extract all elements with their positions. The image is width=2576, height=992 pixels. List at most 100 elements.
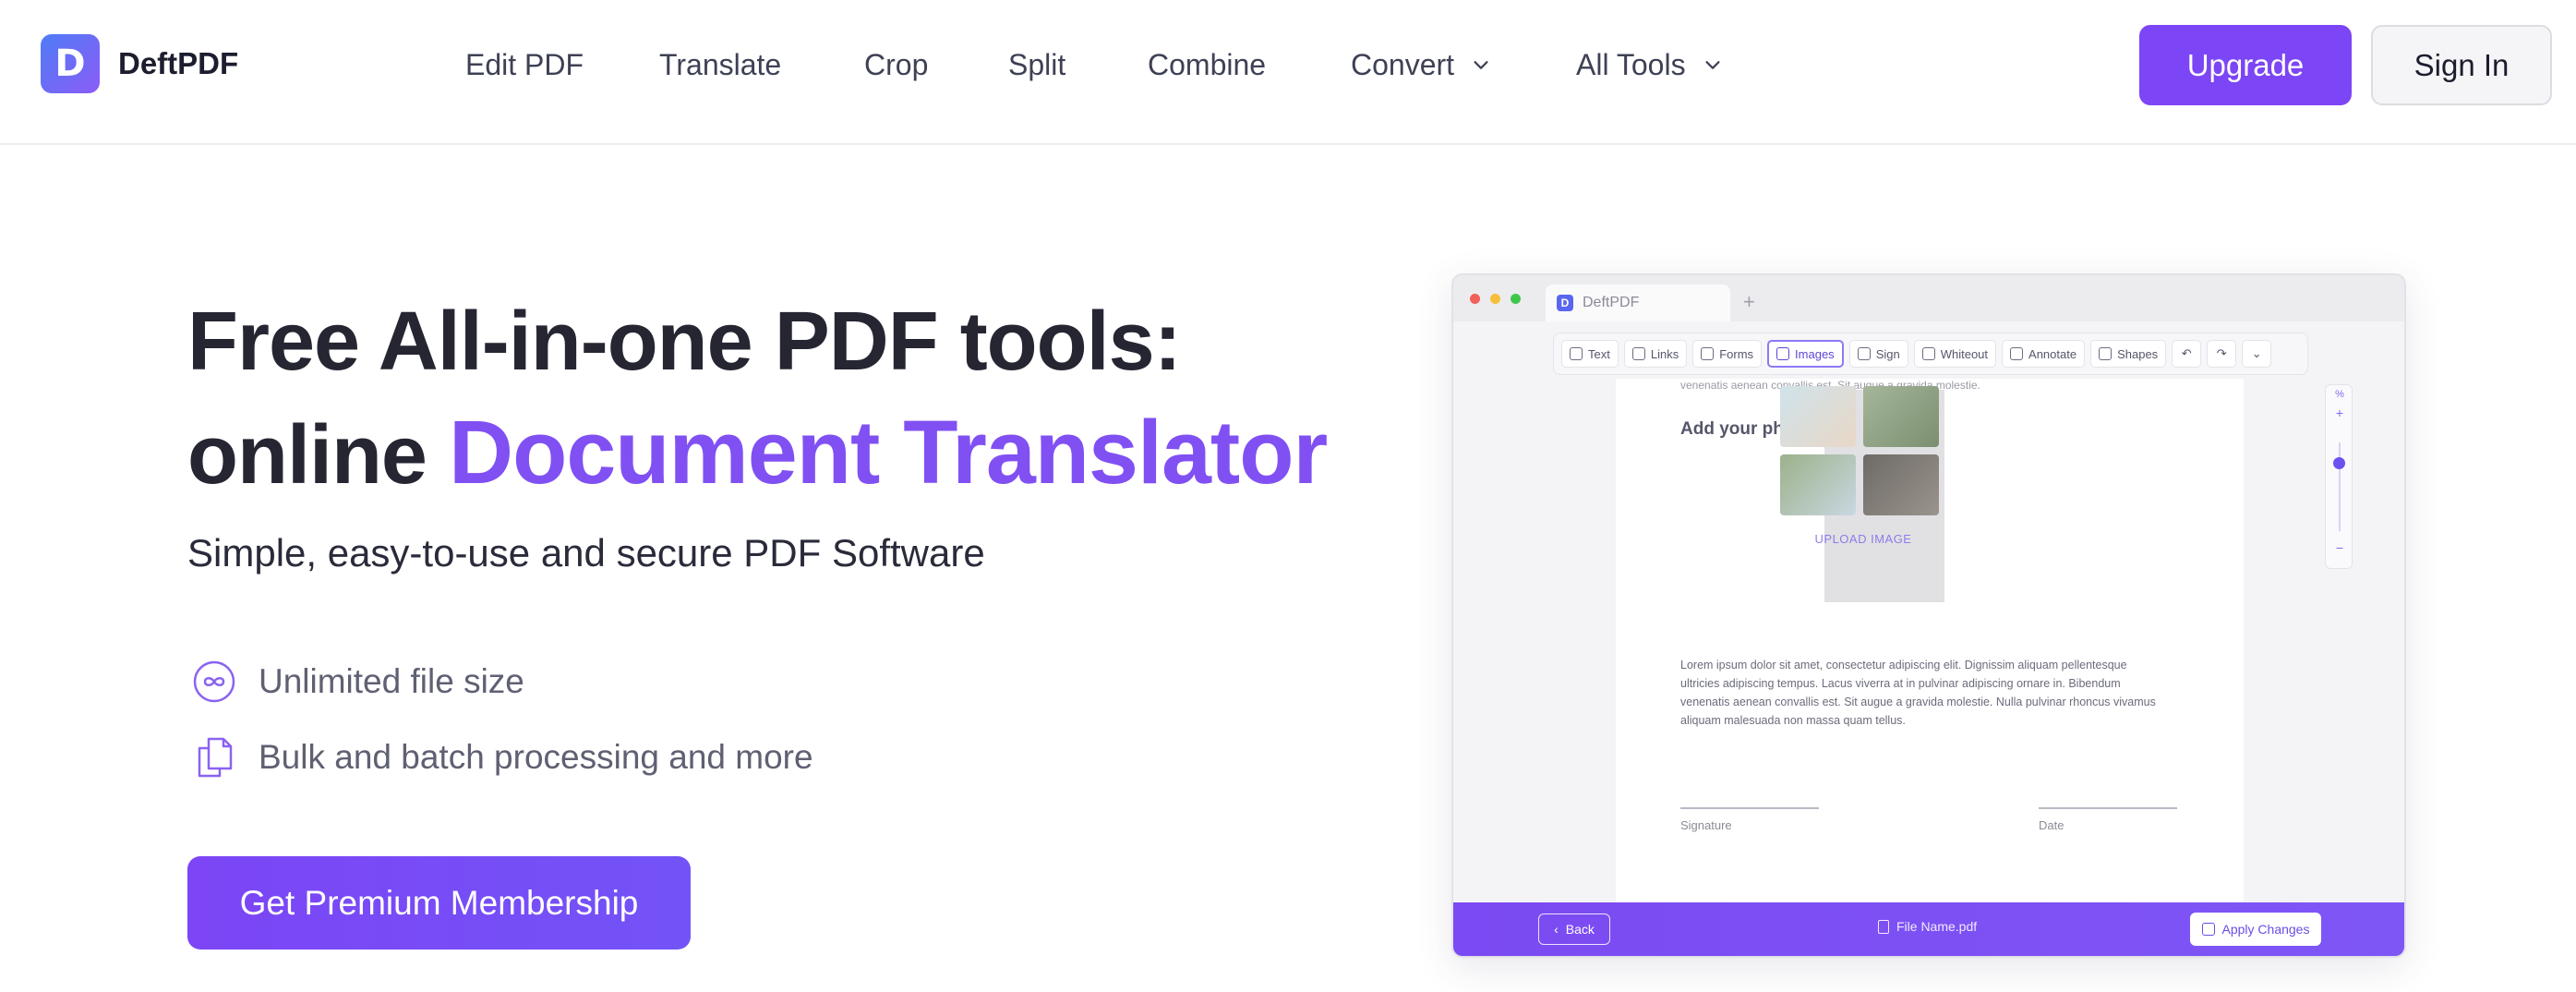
nav-label: Split: [1008, 47, 1066, 81]
sign-icon: [1857, 347, 1871, 360]
back-chevron-icon: ‹: [1554, 922, 1559, 937]
window-maximize-dot: [1511, 294, 1521, 304]
link-icon: [1631, 347, 1645, 360]
preview-window-bar: D DeftPDF +: [1453, 275, 2404, 321]
nav-combine[interactable]: Combine: [1148, 42, 1266, 87]
tool-links: Links: [1623, 340, 1688, 368]
chevron-down-icon: [1474, 61, 1488, 69]
forms-icon: [1701, 347, 1715, 360]
annotate-icon: [2010, 347, 2024, 360]
file-icon: [1878, 919, 1889, 934]
zoom-slider: % + −: [2325, 384, 2353, 569]
signature-line: [1680, 807, 1819, 809]
image-icon: [1776, 347, 1790, 360]
nav-translate[interactable]: Translate: [659, 42, 781, 87]
nav-all-tools[interactable]: All Tools: [1576, 42, 1723, 87]
tool-whiteout: Whiteout: [1913, 340, 1997, 368]
nav-label: Convert: [1351, 47, 1455, 81]
zoom-track: [2339, 442, 2341, 531]
nav-split[interactable]: Split: [1008, 42, 1065, 87]
nav-label: All Tools: [1576, 47, 1686, 81]
eraser-icon: [1921, 347, 1935, 360]
site-header: D DeftPDF Edit PDF Translate Crop Split …: [0, 0, 2576, 145]
tool-label: Forms: [1719, 346, 1754, 361]
zoom-knob: [2333, 457, 2345, 469]
nav-label: Edit PDF: [465, 47, 584, 81]
photo-thumbnail: [1863, 386, 1939, 447]
preview-file-name: File Name.pdf: [1878, 919, 1977, 934]
preview-tab-name: DeftPDF: [1583, 295, 1640, 310]
documents-icon: [198, 737, 233, 778]
preview-bottom-bar: ‹ Back File Name.pdf Apply Changes: [1453, 902, 2404, 956]
save-icon: [2201, 923, 2215, 936]
photo-thumbnail: [1863, 454, 1939, 515]
feature-item: Unlimited file size: [192, 659, 524, 704]
feature-text: Unlimited file size: [259, 662, 524, 700]
undo-icon: ↶: [2172, 340, 2202, 368]
brand-logo[interactable]: D DeftPDF: [41, 34, 238, 93]
nav-label: Translate: [659, 47, 782, 81]
upload-image-label: UPLOAD IMAGE: [1814, 531, 1912, 546]
signature-label: Signature: [1680, 818, 1732, 832]
new-tab-icon: +: [1743, 290, 1755, 313]
nav-edit-pdf[interactable]: Edit PDF: [465, 42, 584, 87]
hero-title-line2: online Document Translator: [187, 397, 1328, 511]
preview-tab: D DeftPDF: [1546, 284, 1730, 321]
nav-crop[interactable]: Crop: [864, 42, 928, 87]
tool-label: Whiteout: [1940, 346, 1989, 361]
hero-title-accent: Document Translator: [449, 402, 1328, 502]
apply-label: Apply Changes: [2221, 922, 2310, 937]
nav-convert[interactable]: Convert: [1351, 42, 1491, 87]
preview-document-page: venenatis aenean convallis est. Sit augu…: [1616, 379, 2244, 914]
app-preview: D DeftPDF + Text Links Forms Images Sign…: [1451, 273, 2406, 958]
preview-apply-button: Apply Changes: [2190, 913, 2321, 946]
infinity-icon: [193, 660, 235, 703]
upgrade-button[interactable]: Upgrade: [2139, 25, 2352, 105]
feature-item: Bulk and batch processing and more: [192, 735, 813, 780]
zoom-in-icon: +: [2335, 405, 2344, 420]
get-premium-button[interactable]: Get Premium Membership: [187, 856, 691, 950]
tool-images: Images: [1767, 340, 1844, 368]
preview-back-button: ‹ Back: [1538, 913, 1610, 945]
hero-title-prefix: online: [187, 409, 427, 502]
preview-toolbar: Text Links Forms Images Sign Whiteout An…: [1553, 333, 2308, 375]
tool-shapes: Shapes: [2090, 340, 2167, 368]
file-name-text: File Name.pdf: [1896, 919, 1978, 934]
text-tool-icon: [1570, 347, 1583, 360]
tool-label: Links: [1650, 346, 1679, 361]
feature-text: Bulk and batch processing and more: [259, 738, 813, 776]
hero-title-line1: Free All-in-one PDF tools:: [187, 296, 1182, 388]
tool-label: Images: [1795, 346, 1835, 361]
tool-label: Shapes: [2117, 346, 2159, 361]
tool-sign: Sign: [1848, 340, 1908, 368]
tool-label: Sign: [1875, 346, 1900, 361]
tool-label: Text: [1588, 346, 1610, 361]
sign-in-button[interactable]: Sign In: [2371, 25, 2552, 105]
shapes-icon: [2099, 347, 2113, 360]
nav-label: Combine: [1148, 47, 1267, 81]
more-chevron-icon: ⌄: [2242, 340, 2272, 368]
date-label: Date: [2039, 818, 2064, 832]
redo-icon: ↷: [2207, 340, 2237, 368]
window-minimize-dot: [1490, 294, 1500, 304]
brand-name: DeftPDF: [118, 46, 239, 80]
doc-paragraph: Lorem ipsum dolor sit amet, consectetur …: [1680, 659, 2156, 727]
tool-annotate: Annotate: [2002, 340, 2086, 368]
logo-letter: D: [54, 42, 86, 85]
zoom-percent: %: [2335, 389, 2344, 400]
photo-picker: [1780, 386, 1946, 525]
deftpdf-logo-icon: D: [41, 34, 100, 93]
photo-thumbnail: [1780, 386, 1856, 447]
hero-title: Free All-in-one PDF tools: online Docume…: [187, 286, 1328, 511]
hero-subtitle: Simple, easy-to-use and secure PDF Softw…: [187, 531, 985, 575]
zoom-out-icon: −: [2335, 540, 2344, 555]
nav-label: Crop: [864, 47, 929, 81]
tool-label: Annotate: [2028, 346, 2077, 361]
tool-text: Text: [1561, 340, 1619, 368]
tool-forms: Forms: [1692, 340, 1763, 368]
date-line: [2039, 807, 2177, 809]
photo-thumbnail: [1780, 454, 1856, 515]
tab-logo-icon: D: [1557, 295, 1573, 311]
back-label: Back: [1565, 922, 1595, 937]
window-close-dot: [1470, 294, 1480, 304]
